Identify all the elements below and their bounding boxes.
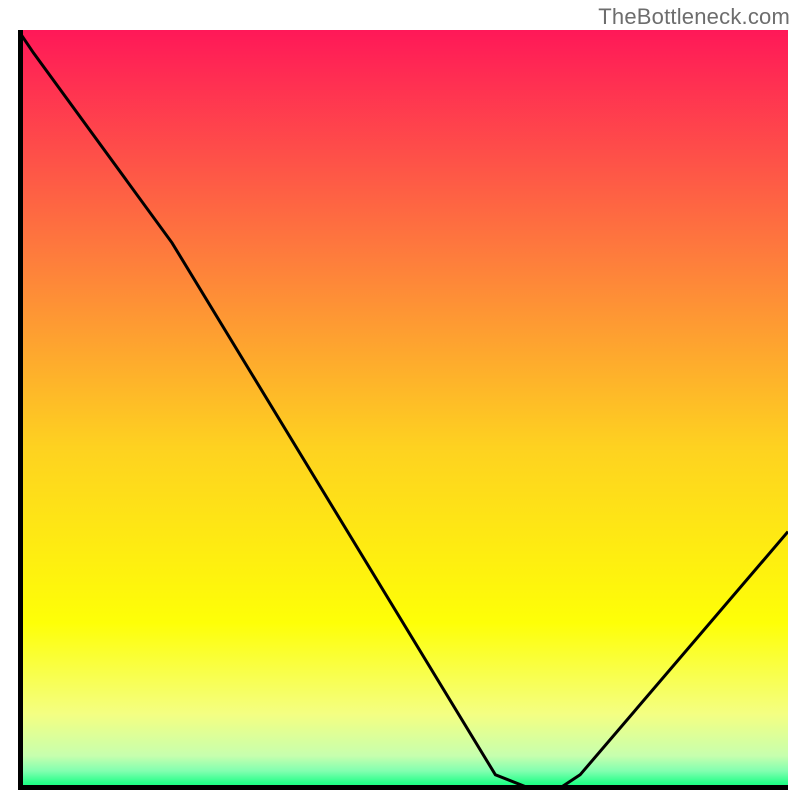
chart-plot-area bbox=[18, 30, 788, 790]
chart-background-gradient bbox=[18, 30, 788, 790]
watermark-text: TheBottleneck.com bbox=[598, 4, 790, 30]
chart-svg bbox=[18, 30, 788, 790]
